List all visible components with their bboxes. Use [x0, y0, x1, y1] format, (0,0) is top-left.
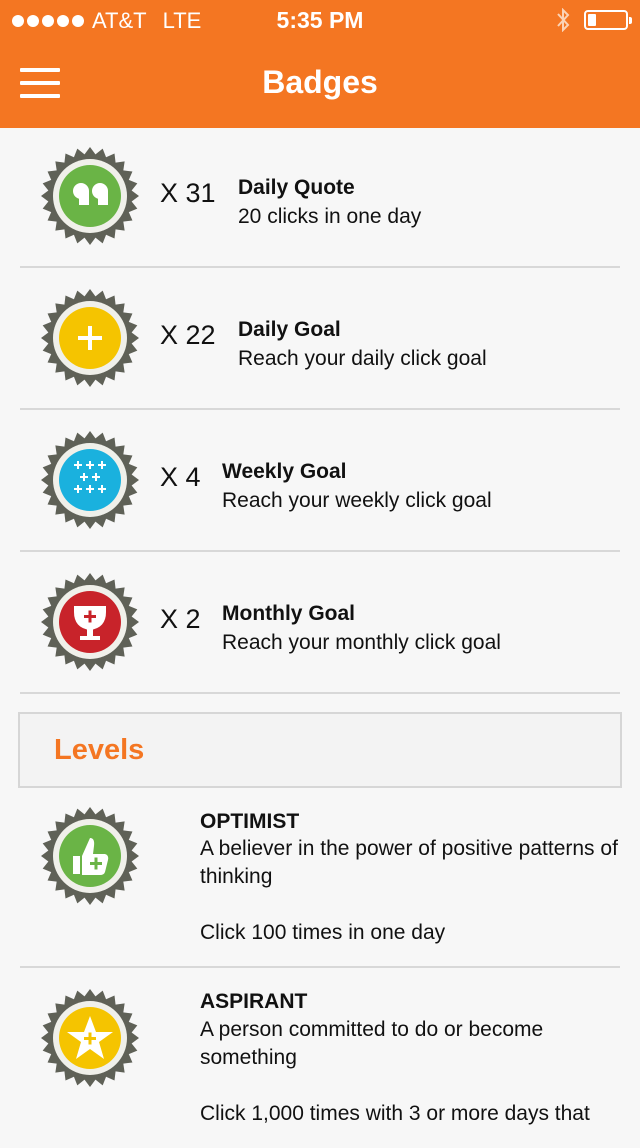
badge-row-daily-quote[interactable]: X 31 Daily Quote 20 clicks in one day — [20, 128, 620, 268]
level-row-optimist[interactable]: OPTIMIST A believer in the power of posi… — [20, 790, 620, 968]
levels-heading: Levels — [54, 734, 145, 766]
badge-count: X 2 — [160, 604, 201, 634]
levels-section-header: Levels — [18, 712, 622, 788]
badge-count: X 22 — [160, 320, 216, 350]
battery-icon — [584, 10, 632, 30]
level-requirement: Click 1,000 times with 3 or more days th… — [200, 1102, 590, 1125]
nav-bar: Badges — [0, 40, 640, 128]
top-bar: AT&T LTE 5:35 PM Badges — [0, 0, 640, 128]
page-title: Badges — [262, 64, 378, 100]
badge-title: Daily Goal — [238, 318, 341, 341]
status-bar: AT&T LTE 5:35 PM — [0, 0, 640, 40]
badge-row-monthly-goal[interactable]: X 2 Monthly Goal Reach your monthly clic… — [20, 552, 620, 694]
level-description: A believer in the power of positive patt… — [200, 837, 618, 888]
level-title: ASPIRANT — [200, 990, 308, 1013]
weekly-goal-badge-icon — [41, 431, 139, 529]
badge-row-weekly-goal[interactable]: X 4 Weekly Goal Reach your weekly click … — [20, 410, 620, 552]
level-title: OPTIMIST — [200, 810, 300, 833]
quote-badge-icon — [41, 147, 139, 245]
badge-title: Monthly Goal — [222, 602, 355, 625]
badge-description: Reach your daily click goal — [238, 347, 487, 370]
status-time: 5:35 PM — [276, 7, 364, 33]
badge-title: Daily Quote — [238, 176, 355, 199]
level-description: A person committed to do or become somet… — [200, 1018, 544, 1069]
badge-count: X 4 — [160, 462, 201, 492]
monthly-goal-badge-icon — [41, 573, 139, 671]
level-requirement: Click 100 times in one day — [200, 921, 446, 944]
badge-row-daily-goal[interactable]: X 22 Daily Goal Reach your daily click g… — [20, 268, 620, 410]
status-right — [556, 8, 632, 32]
badge-title: Weekly Goal — [222, 460, 347, 483]
aspirant-level-icon — [41, 989, 139, 1087]
optimist-level-icon — [41, 807, 139, 905]
bluetooth-icon — [557, 8, 570, 32]
level-row-aspirant[interactable]: ASPIRANT A person committed to do or bec… — [20, 968, 620, 1148]
badge-count: X 31 — [160, 178, 216, 208]
badge-description: 20 clicks in one day — [238, 205, 422, 228]
badge-description: Reach your weekly click goal — [222, 489, 492, 512]
daily-goal-badge-icon — [41, 289, 139, 387]
badge-description: Reach your monthly click goal — [222, 631, 501, 654]
